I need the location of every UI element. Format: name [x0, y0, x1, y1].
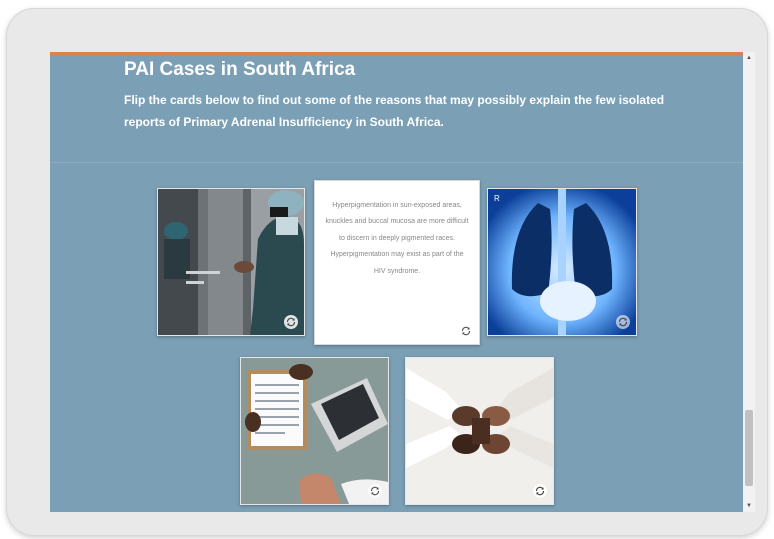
section-divider [50, 162, 743, 163]
chest-xray-photo: R [488, 189, 636, 335]
course-screen: PAI Cases in South Africa Flip the cards… [50, 52, 755, 512]
flip-icon[interactable] [459, 324, 473, 338]
flip-icon[interactable] [284, 315, 298, 329]
flip-card-hands[interactable] [405, 357, 554, 505]
medical-paperwork-photo [241, 358, 388, 504]
flip-icon[interactable] [533, 484, 547, 498]
card-text: Hyperpigmentation in sun-exposed areas, … [325, 202, 469, 275]
scroll-down-arrow-icon[interactable]: ▼ [743, 500, 755, 512]
vertical-scrollbar[interactable]: ▲ ▼ [743, 52, 755, 512]
tablet-frame: PAI Cases in South Africa Flip the cards… [6, 8, 768, 536]
surgeon-photo [158, 189, 304, 335]
page-instructions: Flip the cards below to find out some of… [124, 93, 665, 129]
scrollbar-thumb[interactable] [745, 410, 753, 486]
flip-icon[interactable] [368, 484, 382, 498]
flip-card-xray[interactable]: R [487, 188, 637, 336]
page-title: PAI Cases in South Africa [124, 59, 356, 80]
flip-card-hyperpigmentation[interactable]: Hyperpigmentation in sun-exposed areas, … [314, 180, 480, 345]
header-accent-bar [50, 52, 755, 55]
scroll-up-arrow-icon[interactable]: ▲ [743, 52, 755, 64]
svg-text:R: R [494, 194, 500, 203]
flip-icon[interactable] [616, 315, 630, 329]
flip-card-surgeon[interactable] [157, 188, 305, 336]
flip-card-paperwork[interactable] [240, 357, 389, 505]
joined-hands-photo [406, 358, 553, 504]
